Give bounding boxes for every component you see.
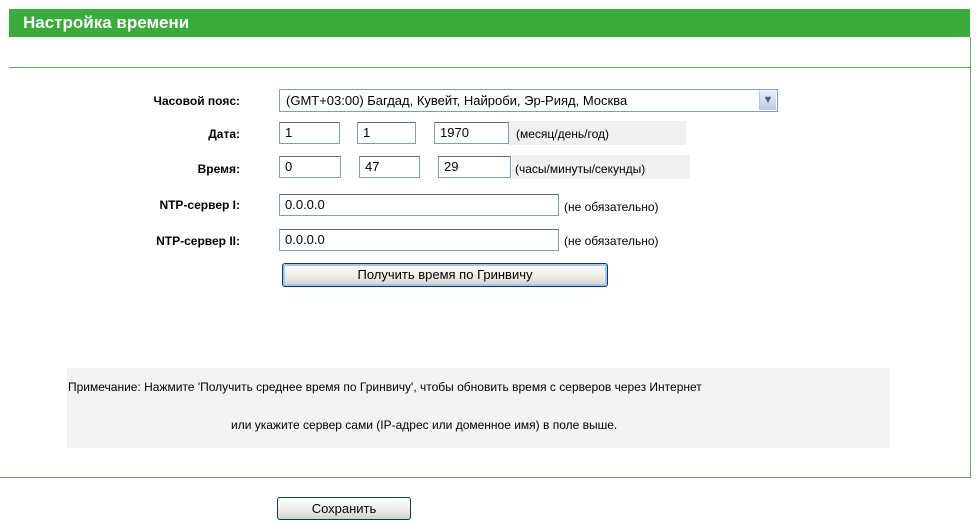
time-hours-input[interactable]: 0 — [279, 156, 341, 178]
ntp2-optional-hint: (не обязательно) — [564, 234, 659, 248]
remark-line-1: Примечание: Нажмите 'Получить среднее вр… — [68, 380, 702, 394]
bottom-divider — [0, 477, 971, 478]
top-divider — [9, 67, 971, 68]
ntp1-optional-hint: (не обязательно) — [564, 200, 659, 214]
ntp1-label: NTP-сервер I: — [159, 198, 240, 212]
date-format-hint: (месяц/день/год) — [516, 127, 610, 141]
date-year-input[interactable]: 1970 — [434, 122, 509, 144]
time-format-hint: (часы/минуты/секунды) — [515, 162, 646, 176]
timezone-value: (GMT+03:00) Багдад, Кувейт, Найроби, Эр-… — [286, 93, 628, 108]
remark-line-2: или укажите сервер сами (IP-адрес или до… — [231, 418, 618, 432]
save-button[interactable]: Сохранить — [277, 497, 411, 520]
chevron-down-icon[interactable]: ▼ — [759, 91, 776, 110]
ntp2-label: NTP-сервер II: — [156, 234, 240, 248]
page-title: Настройка времени — [9, 9, 970, 37]
date-label: Дата: — [208, 127, 240, 141]
ntp1-input[interactable]: 0.0.0.0 — [279, 194, 559, 216]
time-seconds-input[interactable]: 29 — [438, 156, 511, 178]
get-gmt-button[interactable]: Получить время по Гринвичу — [282, 263, 608, 287]
timezone-label: Часовой пояс: — [153, 94, 240, 108]
timezone-select[interactable]: (GMT+03:00) Багдад, Кувейт, Найроби, Эр-… — [279, 89, 778, 112]
ntp2-input[interactable]: 0.0.0.0 — [279, 229, 559, 251]
date-day-input[interactable]: 1 — [357, 122, 416, 144]
date-month-input[interactable]: 1 — [279, 122, 340, 144]
time-label: Время: — [197, 162, 240, 176]
time-minutes-input[interactable]: 47 — [359, 156, 420, 178]
